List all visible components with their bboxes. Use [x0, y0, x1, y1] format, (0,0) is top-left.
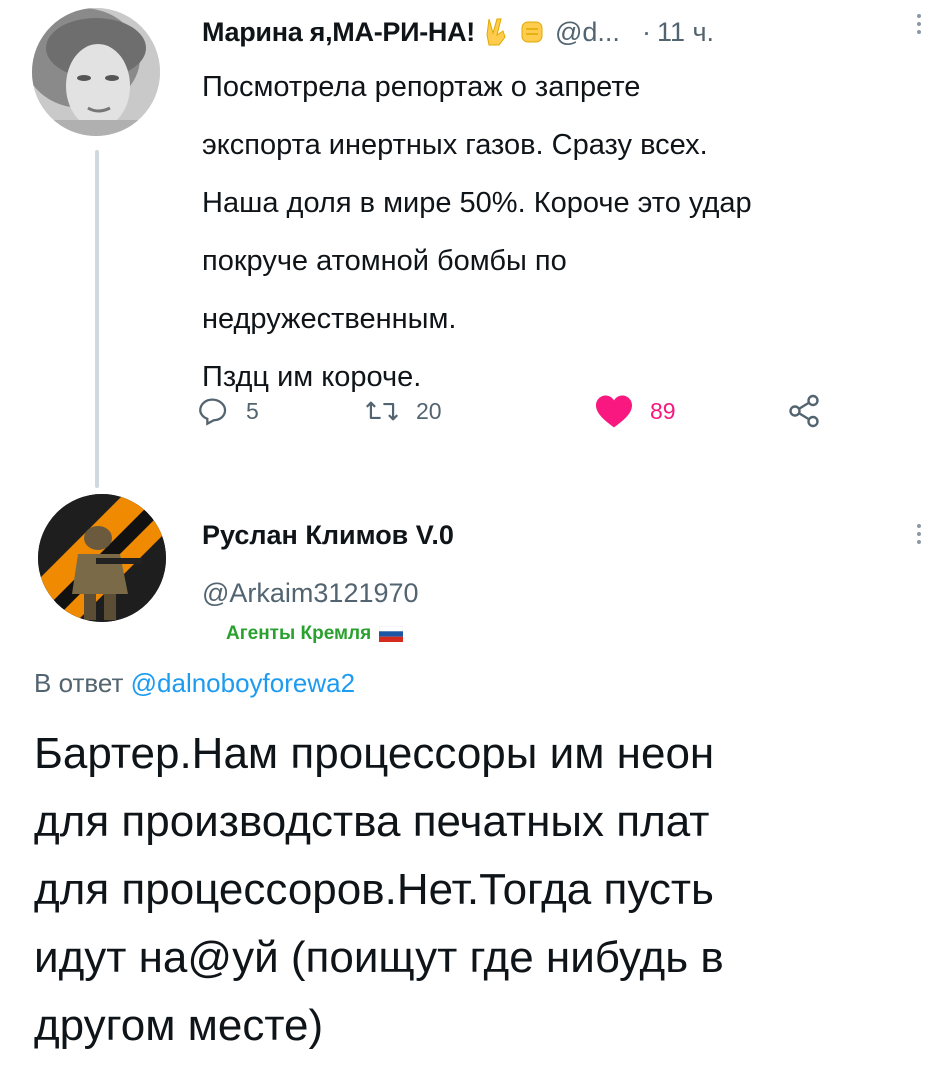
tweet-text-line: недружественным. — [202, 303, 457, 335]
thread-connector-line — [95, 150, 99, 488]
like-button[interactable]: 89 — [594, 386, 676, 436]
tweet-text-line: идут на@уй (поищут где нибудь в — [34, 933, 724, 982]
retweet-icon — [365, 401, 399, 421]
tweet-text-line: экспорта инертных газов. Сразу всех. — [202, 129, 708, 161]
tweet-text-line: Посмотрела репортаж о запрете — [202, 71, 641, 103]
tweet-text-line: для производства печатных плат — [34, 797, 710, 846]
author-handle[interactable]: @d... — [555, 17, 620, 48]
more-options-icon[interactable] — [916, 14, 922, 34]
author-handle[interactable]: @Arkaim3121970 — [202, 578, 419, 609]
affiliation-label-text: Агенты Кремля — [226, 623, 372, 644]
author-name[interactable]: Руслан Климов V.0 — [202, 520, 454, 551]
victory-hand-icon — [481, 17, 511, 47]
retweet-button[interactable]: 20 — [364, 386, 442, 436]
tweet-text: Бартер.Нам процессоры им неон для произв… — [34, 720, 934, 1060]
reply-icon — [199, 398, 227, 426]
reply-mention-link[interactable]: @dalnoboyforewa2 — [131, 668, 355, 698]
tweet-text-line: Наша доля в мире 50%. Короче это удар — [202, 187, 752, 219]
avatar-photo — [38, 494, 166, 622]
tweet-text-line: для процессоров.Нет.Тогда пусть — [34, 865, 714, 914]
share-button[interactable] — [786, 386, 822, 436]
reply-button[interactable]: 5 — [196, 386, 259, 436]
timestamp[interactable]: 11 ч. — [657, 17, 714, 48]
like-count: 89 — [650, 397, 676, 424]
affiliation-label: Агенты Кремля — [226, 623, 404, 645]
avatar[interactable] — [38, 494, 166, 622]
reply-prefix: В ответ — [34, 668, 124, 698]
avatar[interactable] — [32, 8, 160, 136]
retweet-count: 20 — [416, 397, 442, 424]
heart-filled-icon — [596, 395, 632, 428]
tweet-text-line: Бартер.Нам процессоры им неон — [34, 729, 715, 778]
russia-flag-icon — [378, 625, 404, 642]
reply-context: В ответ @dalnoboyforewa2 — [34, 668, 355, 699]
tweet-actions: 5 20 89 — [196, 386, 856, 436]
author-name[interactable]: Марина я,МА-РИ-НА! — [202, 17, 475, 48]
more-options-icon[interactable] — [916, 524, 922, 544]
tweet-text-line: другом месте) — [34, 1001, 324, 1050]
raised-fist-icon — [517, 17, 547, 47]
tweet-header: Марина я,МА-РИ-НА! @d... · 11 ч. — [202, 10, 714, 54]
avatar-photo — [32, 8, 160, 136]
tweet-text: Посмотрела репортаж о запрете экспорта и… — [202, 58, 922, 406]
tweet-text-line: покруче атомной бомбы по — [202, 245, 567, 277]
reply-count: 5 — [246, 397, 259, 424]
share-icon — [789, 394, 819, 428]
separator-dot: · — [641, 16, 651, 47]
